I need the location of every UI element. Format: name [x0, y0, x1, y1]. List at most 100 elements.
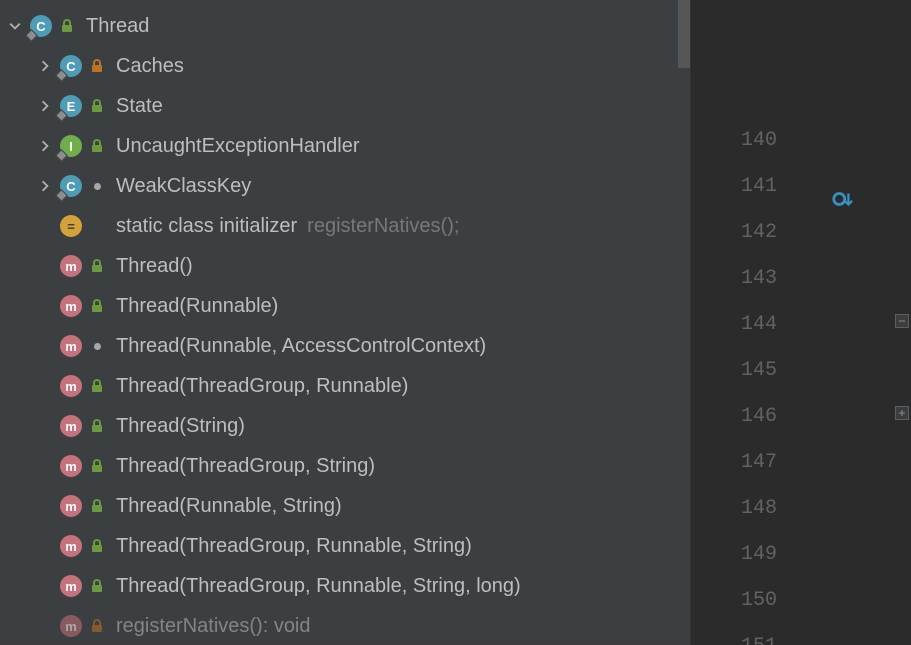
indent-spacer [0, 506, 30, 507]
tree-row-root[interactable]: C Thread [0, 6, 678, 46]
line-number: 142 [741, 210, 777, 256]
interface-icon: I [60, 135, 82, 157]
line-number: 143 [741, 256, 777, 302]
private-lock-icon [90, 619, 104, 633]
tree-row[interactable]: mThread() [0, 246, 678, 286]
tree-item-label: Thread(Runnable, String) [116, 495, 342, 518]
public-lock-icon [90, 499, 104, 513]
package-private-icon [90, 179, 104, 193]
public-lock-icon [90, 539, 104, 553]
tree-item-hint: registerNatives(); [307, 215, 459, 238]
private-lock-icon [90, 59, 104, 73]
badge-letter: m [65, 379, 77, 394]
tree-item-label: Thread [86, 15, 149, 38]
tree-row[interactable]: m Thread(ThreadGroup, String) [0, 446, 678, 486]
indent-spacer [0, 346, 30, 347]
badge-letter: m [65, 299, 77, 314]
line-number: 151 [741, 624, 777, 645]
structure-panel: C Thread C Caches E State I UncaughtException… [0, 0, 690, 645]
chevron-down-icon[interactable] [0, 20, 30, 32]
method-icon: m [60, 295, 82, 317]
indent-spacer [0, 586, 30, 587]
public-lock-icon [90, 99, 104, 113]
tree-row[interactable]: m Thread(ThreadGroup, Runnable, String) [0, 526, 678, 566]
tree-row[interactable]: m Thread(Runnable, AccessControlContext) [0, 326, 678, 366]
line-number-gutter: 140141142143144145146147148149150151 [741, 118, 777, 645]
indent-spacer [0, 626, 30, 627]
badge-letter: m [65, 419, 77, 434]
indent-spacer [0, 186, 30, 187]
tree-item-label: State [116, 95, 163, 118]
tree-row[interactable]: m Thread(String) [0, 406, 678, 446]
tree-item-label: Thread(ThreadGroup, String) [116, 455, 375, 478]
tree-row[interactable]: m registerNatives(): void [0, 606, 678, 645]
badge-letter: = [67, 219, 75, 234]
tree-item-label: Thread(Runnable, AccessControlContext) [116, 335, 486, 358]
tree-item-label: Thread(String) [116, 415, 245, 438]
badge-letter: m [65, 339, 77, 354]
tree-item-label: registerNatives(): void [116, 615, 311, 638]
line-number: 144 [741, 302, 777, 348]
method-icon: m [60, 575, 82, 597]
badge-letter: C [66, 59, 75, 74]
editor-pane[interactable]: 140141142143144145146147148149150151 [691, 0, 911, 645]
chevron-right-icon[interactable] [30, 140, 60, 152]
indent-spacer [0, 386, 30, 387]
method-icon: m [60, 495, 82, 517]
tree-row[interactable]: I UncaughtExceptionHandler [0, 126, 678, 166]
class-icon: C [30, 15, 52, 37]
method-icon: m [60, 535, 82, 557]
badge-letter: m [65, 579, 77, 594]
tree-item-label: Caches [116, 55, 184, 78]
public-lock-icon [90, 579, 104, 593]
line-number: 149 [741, 532, 777, 578]
indent-spacer [0, 426, 30, 427]
tree-row[interactable]: m Thread(ThreadGroup, Runnable, String, l… [0, 566, 678, 606]
override-gutter-icon[interactable] [831, 188, 853, 215]
line-number: 150 [741, 578, 777, 624]
tree-row[interactable]: C WeakClassKey [0, 166, 678, 206]
badge-letter: m [65, 619, 77, 634]
public-lock-icon [90, 459, 104, 473]
tree-item-label: UncaughtExceptionHandler [116, 135, 360, 158]
tree-row[interactable]: C Caches [0, 46, 678, 86]
indent-spacer [0, 226, 30, 227]
structure-tree[interactable]: C Thread C Caches E State I UncaughtException… [0, 0, 678, 645]
tree-row[interactable]: m Thread(Runnable, String) [0, 486, 678, 526]
tree-row[interactable]: E State [0, 86, 678, 126]
public-lock-icon [90, 259, 104, 273]
line-number: 147 [741, 440, 777, 486]
public-lock-icon [60, 19, 74, 33]
fold-expand-icon[interactable] [895, 406, 909, 420]
indent-spacer [0, 266, 30, 267]
method-icon: m [60, 415, 82, 437]
tree-row[interactable]: = static class initializer registerNatives… [0, 206, 678, 246]
line-number: 141 [741, 164, 777, 210]
chevron-right-icon[interactable] [30, 60, 60, 72]
indent-spacer [0, 66, 30, 67]
badge-letter: E [67, 99, 76, 114]
tree-item-label: static class initializer [116, 215, 297, 238]
indent-spacer [0, 106, 30, 107]
tree-item-label: Thread(Runnable) [116, 295, 278, 318]
tree-item-label: WeakClassKey [116, 175, 251, 198]
method-icon: m [60, 375, 82, 397]
method-icon: m [60, 455, 82, 477]
tree-item-label: Thread(ThreadGroup, Runnable, String, lo… [116, 575, 521, 598]
scrollbar-track[interactable] [678, 0, 690, 645]
tree-item-label: Thread(ThreadGroup, Runnable, String) [116, 535, 472, 558]
line-number: 146 [741, 394, 777, 440]
chevron-right-icon[interactable] [30, 180, 60, 192]
public-lock-icon [90, 419, 104, 433]
badge-letter: C [66, 179, 75, 194]
fold-collapse-icon[interactable] [895, 314, 909, 328]
chevron-right-icon[interactable] [30, 100, 60, 112]
enum-icon: E [60, 95, 82, 117]
line-number: 140 [741, 118, 777, 164]
scrollbar-thumb[interactable] [678, 0, 690, 68]
tree-row[interactable]: m Thread(Runnable) [0, 286, 678, 326]
class-icon: C [60, 55, 82, 77]
tree-row[interactable]: mThread(ThreadGroup, Runnable) [0, 366, 678, 406]
app-root: C Thread C Caches E State I UncaughtException… [0, 0, 911, 645]
class-icon: C [60, 175, 82, 197]
